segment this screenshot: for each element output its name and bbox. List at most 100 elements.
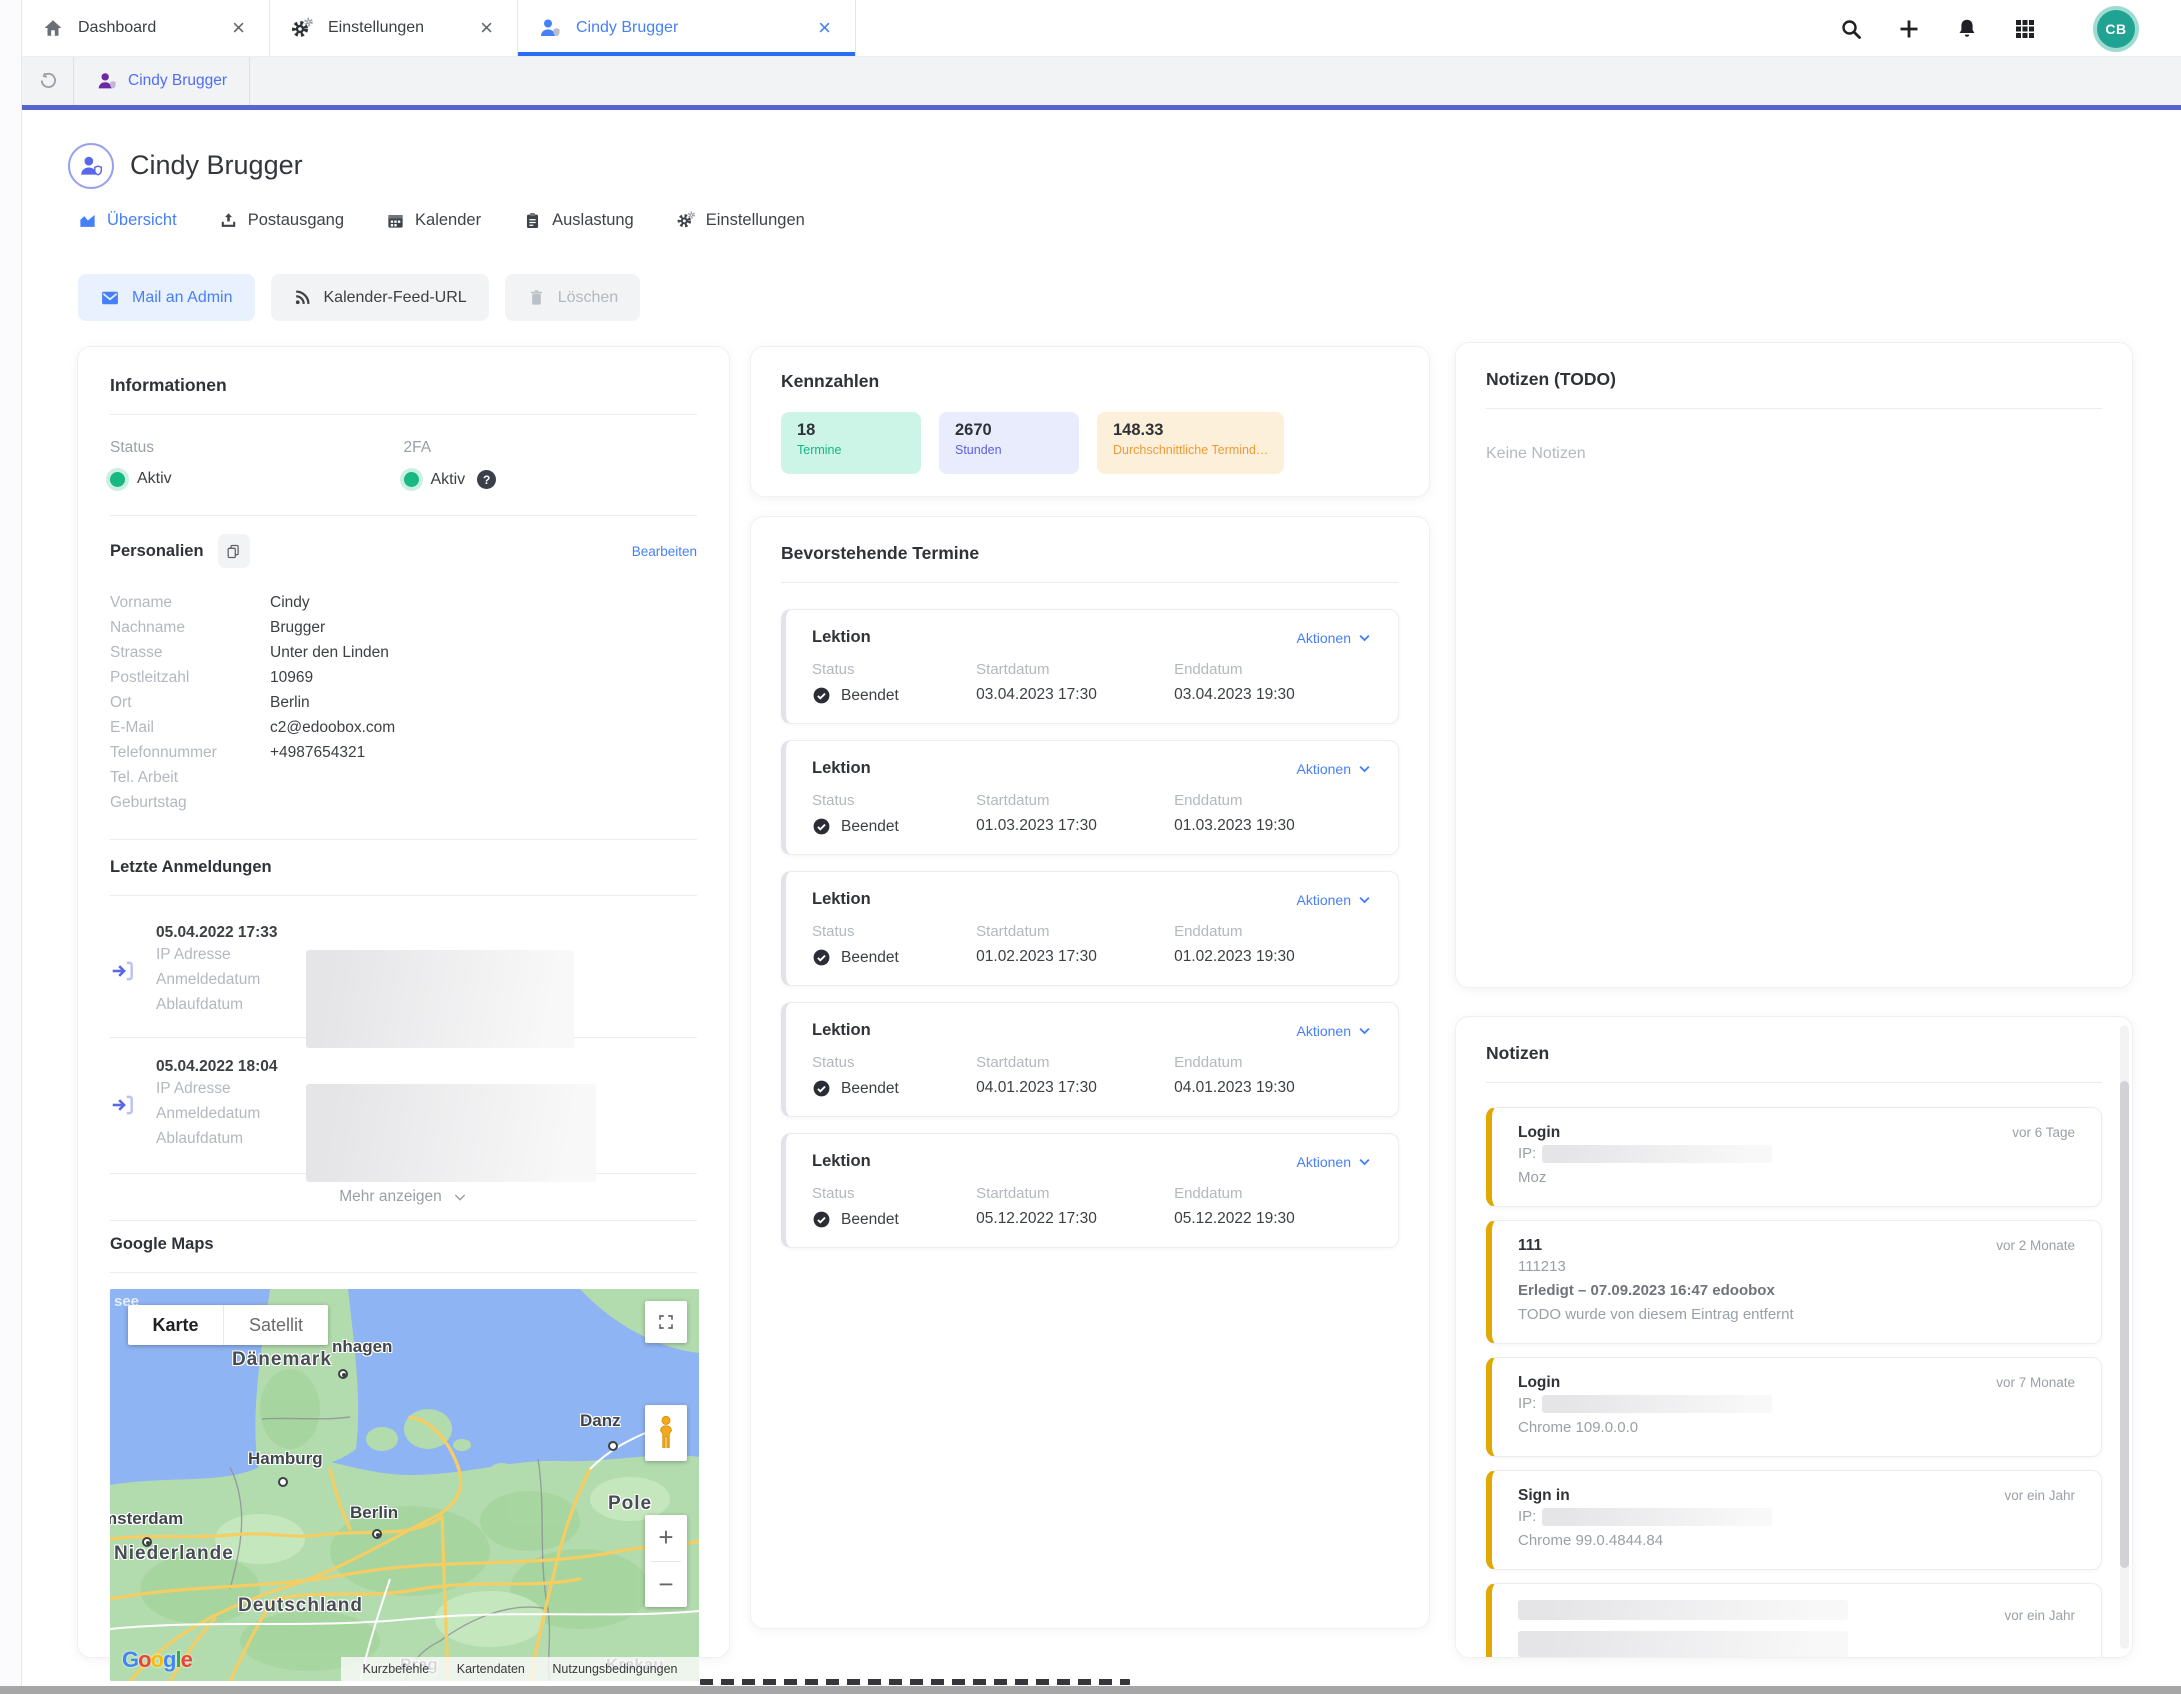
aktionen-dropdown[interactable]: Aktionen — [1297, 630, 1372, 646]
pegman-control[interactable] — [645, 1405, 687, 1461]
zoom-out-button[interactable]: − — [645, 1562, 687, 1608]
note-line-bold: Erledigt – 07.09.2023 16:47 edoobox — [1518, 1279, 1775, 1303]
note-line: IP: — [1518, 1142, 1536, 1166]
copy-icon[interactable] — [218, 534, 250, 568]
google-map[interactable]: see nhagen Dänemark Danz Hamburg Berlin … — [110, 1289, 699, 1681]
note-time: vor 2 Monate — [1996, 1238, 2075, 1253]
kalender-feed-url-button[interactable]: Kalender-Feed-URL — [271, 274, 489, 321]
bearbeiten-link[interactable]: Bearbeiten — [632, 544, 697, 559]
field-label: Tel. Arbeit — [110, 765, 270, 790]
scrollbar-thumb[interactable] — [2120, 1081, 2129, 1568]
close-icon[interactable]: × — [228, 17, 249, 39]
redacted-value — [1518, 1631, 1848, 1657]
stat-card-durchschnitt: 148.33 Durchschnittliche Termind… — [1097, 412, 1284, 474]
horizontal-scrollbar[interactable] — [0, 1686, 2181, 1694]
field-value: 10969 — [270, 665, 313, 690]
field-label: Postleitzahl — [110, 665, 270, 690]
search-icon[interactable] — [1839, 17, 1863, 41]
redacted-value — [1542, 1508, 1772, 1526]
tab-label: Einstellungen — [706, 211, 805, 230]
map-type-karte-button[interactable]: Karte — [128, 1305, 224, 1345]
add-icon[interactable] — [1897, 17, 1921, 41]
notes-scrollbar[interactable] — [2120, 1025, 2129, 1649]
aktionen-dropdown[interactable]: Aktionen — [1297, 892, 1372, 908]
accent-divider-bar — [22, 105, 2181, 110]
termin-title: Lektion — [812, 1021, 871, 1040]
check-circle-icon — [812, 1079, 831, 1098]
col-start: Startdatum — [976, 1185, 1174, 1202]
termin-card: Lektion Aktionen StatusStartdatumEnddatu… — [781, 871, 1399, 986]
end-value: 05.12.2022 19:30 — [1174, 1210, 1372, 1229]
tab-einstellungen-profile[interactable]: Einstellungen — [676, 210, 805, 230]
mehr-anzeigen-link[interactable]: Mehr anzeigen — [110, 1184, 697, 1210]
aktionen-dropdown[interactable]: Aktionen — [1297, 761, 1372, 777]
tab-label: Dashboard — [78, 19, 156, 37]
note-time: vor ein Jahr — [2004, 1488, 2075, 1503]
map-type-satellit-button[interactable]: Satellit — [224, 1305, 328, 1345]
status-label: Status — [110, 439, 404, 457]
tab-dashboard[interactable]: Dashboard × — [22, 0, 270, 56]
twofa-value: Aktiv — [431, 471, 466, 489]
stat-card-termine: 18 Termine — [781, 412, 921, 474]
subtab-cindy-brugger[interactable]: Cindy Brugger — [74, 57, 250, 105]
termin-title: Lektion — [812, 628, 871, 647]
tab-uebersicht[interactable]: Übersicht — [78, 211, 177, 230]
kurzbefehle-link[interactable]: Kurzbefehle — [357, 1662, 436, 1676]
avatar[interactable]: CB — [2093, 6, 2139, 52]
field-value: +4987654321 — [270, 740, 365, 765]
notizen-todo-panel: Notizen (TODO) Keine Notizen — [1455, 342, 2133, 988]
bell-icon[interactable] — [1955, 17, 1979, 41]
note-time: vor 6 Tage — [2012, 1125, 2075, 1140]
gear-icon — [676, 210, 696, 230]
start-value: 04.01.2023 17:30 — [976, 1079, 1174, 1098]
outbox-icon — [219, 211, 238, 230]
mail-an-admin-button[interactable]: Mail an Admin — [78, 274, 255, 321]
note-line: 111213 — [1518, 1255, 1566, 1279]
tab-postausgang[interactable]: Postausgang — [219, 211, 344, 230]
termin-card: Lektion Aktionen StatusStartdatumEnddatu… — [781, 609, 1399, 724]
fullscreen-button[interactable] — [645, 1301, 687, 1343]
login-entry: 05.04.2022 17:33 IP Adresse Anmeldedatum… — [110, 914, 697, 1031]
zoom-in-button[interactable]: + — [645, 1515, 687, 1561]
field-label: Ort — [110, 690, 270, 715]
col-start: Startdatum — [976, 1054, 1174, 1071]
tab-einstellungen[interactable]: Einstellungen × — [270, 0, 518, 56]
note-card: 111 vor 2 Monate 111213 Erledigt – 07.09… — [1486, 1220, 2102, 1344]
personalien-heading: Personalien — [110, 542, 204, 561]
start-value: 05.12.2022 17:30 — [976, 1210, 1174, 1229]
login-date: 05.04.2022 18:04 — [156, 1058, 697, 1076]
col-start: Startdatum — [976, 792, 1174, 809]
termin-card: Lektion Aktionen StatusStartdatumEnddatu… — [781, 1133, 1399, 1248]
tab-kalender[interactable]: Kalender — [386, 211, 481, 230]
col-end: Enddatum — [1174, 923, 1372, 940]
note-card: Login vor 7 Monate IP: Chrome 109.0.0.0 — [1486, 1357, 2102, 1457]
note-title: Sign in — [1518, 1487, 1570, 1505]
col-status: Status — [812, 661, 976, 678]
aktionen-dropdown[interactable]: Aktionen — [1297, 1023, 1372, 1039]
note-line: TODO wurde von diesem Eintrag entfernt — [1518, 1303, 1794, 1327]
nutzungsbedingungen-link[interactable]: Nutzungsbedingungen — [546, 1662, 683, 1676]
close-icon[interactable]: × — [814, 17, 835, 39]
kartendaten-link[interactable]: Kartendaten — [451, 1662, 531, 1676]
login-arrow-icon — [110, 1058, 156, 1151]
termine-panel: Bevorstehende Termine Lektion Aktionen S… — [750, 516, 1430, 1629]
login-entry: 05.04.2022 18:04 IP Adresse Anmeldedatum… — [110, 1048, 697, 1165]
stat-label: Stunden — [955, 443, 1063, 457]
login-date: 05.04.2022 17:33 — [156, 924, 697, 942]
history-button[interactable] — [22, 57, 74, 105]
map-type-switch: Karte Satellit — [128, 1305, 328, 1345]
col-status: Status — [812, 923, 976, 940]
city-dot — [608, 1441, 618, 1451]
termin-title: Lektion — [812, 1152, 871, 1171]
help-icon[interactable]: ? — [477, 470, 496, 489]
tab-cindy-brugger[interactable]: Cindy Brugger × — [518, 0, 856, 56]
close-icon[interactable]: × — [476, 17, 497, 39]
loeschen-button[interactable]: Löschen — [505, 274, 641, 321]
tab-auslastung[interactable]: Auslastung — [523, 211, 634, 230]
aktionen-label: Aktionen — [1297, 1023, 1351, 1039]
field-value: Cindy — [270, 590, 310, 615]
aktionen-dropdown[interactable]: Aktionen — [1297, 1154, 1372, 1170]
termin-card: Lektion Aktionen StatusStartdatumEnddatu… — [781, 1002, 1399, 1117]
apps-grid-icon[interactable] — [2013, 17, 2037, 41]
google-logo[interactable]: Google — [122, 1647, 192, 1673]
